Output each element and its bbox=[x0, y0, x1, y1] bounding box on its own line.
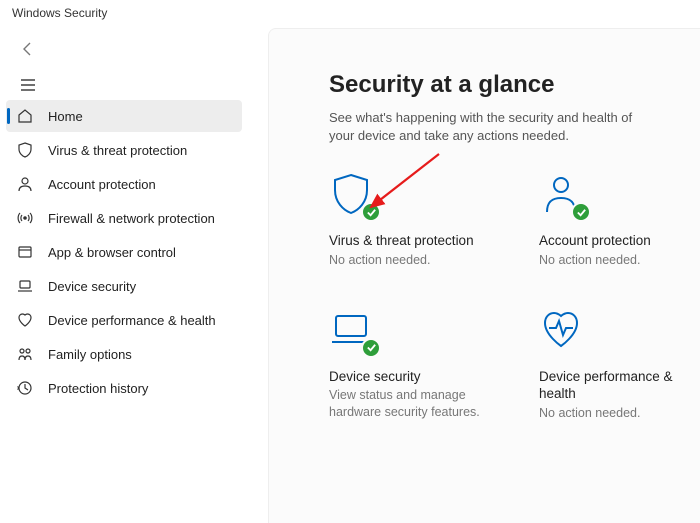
app-title: Windows Security bbox=[12, 6, 107, 20]
hamburger-icon bbox=[20, 78, 36, 95]
sidebar-item-label: Device security bbox=[48, 279, 136, 294]
card-virus-threat[interactable]: Virus & threat protection No action need… bbox=[329, 172, 509, 268]
card-grid: Virus & threat protection No action need… bbox=[329, 172, 670, 421]
card-device-security[interactable]: Device security View status and manage h… bbox=[329, 308, 509, 421]
card-title: Virus & threat protection bbox=[329, 232, 509, 250]
sidebar-item-label: Device performance & health bbox=[48, 313, 216, 328]
sidebar-item-label: Protection history bbox=[48, 381, 148, 396]
nav-toggle-button[interactable] bbox=[14, 72, 42, 100]
antenna-icon bbox=[16, 209, 34, 227]
card-icon-wrap bbox=[539, 308, 587, 356]
heart-icon bbox=[16, 311, 34, 329]
page-title: Security at a glance bbox=[329, 71, 670, 99]
card-account[interactable]: Account protection No action needed. bbox=[539, 172, 700, 268]
status-ok-icon bbox=[571, 202, 591, 222]
status-ok-icon bbox=[361, 202, 381, 222]
sidebar-item-label: Home bbox=[48, 109, 83, 124]
sidebar-item-home[interactable]: Home bbox=[6, 100, 242, 132]
sidebar-item-performance[interactable]: Device performance & health bbox=[6, 304, 242, 336]
sidebar-item-family[interactable]: Family options bbox=[6, 338, 242, 370]
sidebar-item-history[interactable]: Protection history bbox=[6, 372, 242, 404]
sidebar-item-virus-threat[interactable]: Virus & threat protection bbox=[6, 134, 242, 166]
card-title: Device performance & health bbox=[539, 368, 700, 403]
card-status: View status and manage hardware security… bbox=[329, 387, 509, 420]
sidebar-item-label: Family options bbox=[48, 347, 132, 362]
home-icon bbox=[16, 107, 34, 125]
sidebar-item-firewall[interactable]: Firewall & network protection bbox=[6, 202, 242, 234]
sidebar-item-label: Firewall & network protection bbox=[48, 211, 215, 226]
heart-pulse-icon bbox=[539, 340, 583, 355]
sidebar-item-label: App & browser control bbox=[48, 245, 176, 260]
card-title: Device security bbox=[329, 368, 509, 386]
sidebar-item-device-security[interactable]: Device security bbox=[6, 270, 242, 302]
back-button[interactable] bbox=[14, 36, 42, 64]
card-status: No action needed. bbox=[539, 405, 700, 421]
person-icon bbox=[16, 175, 34, 193]
card-title: Account protection bbox=[539, 232, 700, 250]
card-status: No action needed. bbox=[329, 252, 509, 268]
sidebar-item-label: Virus & threat protection bbox=[48, 143, 187, 158]
card-icon-wrap bbox=[329, 308, 377, 356]
sidebar-item-label: Account protection bbox=[48, 177, 156, 192]
sidebar-item-app-browser[interactable]: App & browser control bbox=[6, 236, 242, 268]
shield-icon bbox=[16, 141, 34, 159]
window-icon bbox=[16, 243, 34, 261]
status-ok-icon bbox=[361, 338, 381, 358]
page-subtitle: See what's happening with the security a… bbox=[329, 109, 649, 144]
card-status: No action needed. bbox=[539, 252, 700, 268]
back-arrow-icon bbox=[20, 41, 36, 60]
laptop-icon bbox=[16, 277, 34, 295]
sidebar-item-account[interactable]: Account protection bbox=[6, 168, 242, 200]
sidebar: Home Virus & threat protection Account p… bbox=[0, 100, 248, 406]
main-content: Security at a glance See what's happenin… bbox=[268, 28, 700, 523]
family-icon bbox=[16, 345, 34, 363]
card-performance[interactable]: Device performance & health No action ne… bbox=[539, 308, 700, 421]
card-icon-wrap bbox=[329, 172, 377, 220]
history-icon bbox=[16, 379, 34, 397]
card-icon-wrap bbox=[539, 172, 587, 220]
